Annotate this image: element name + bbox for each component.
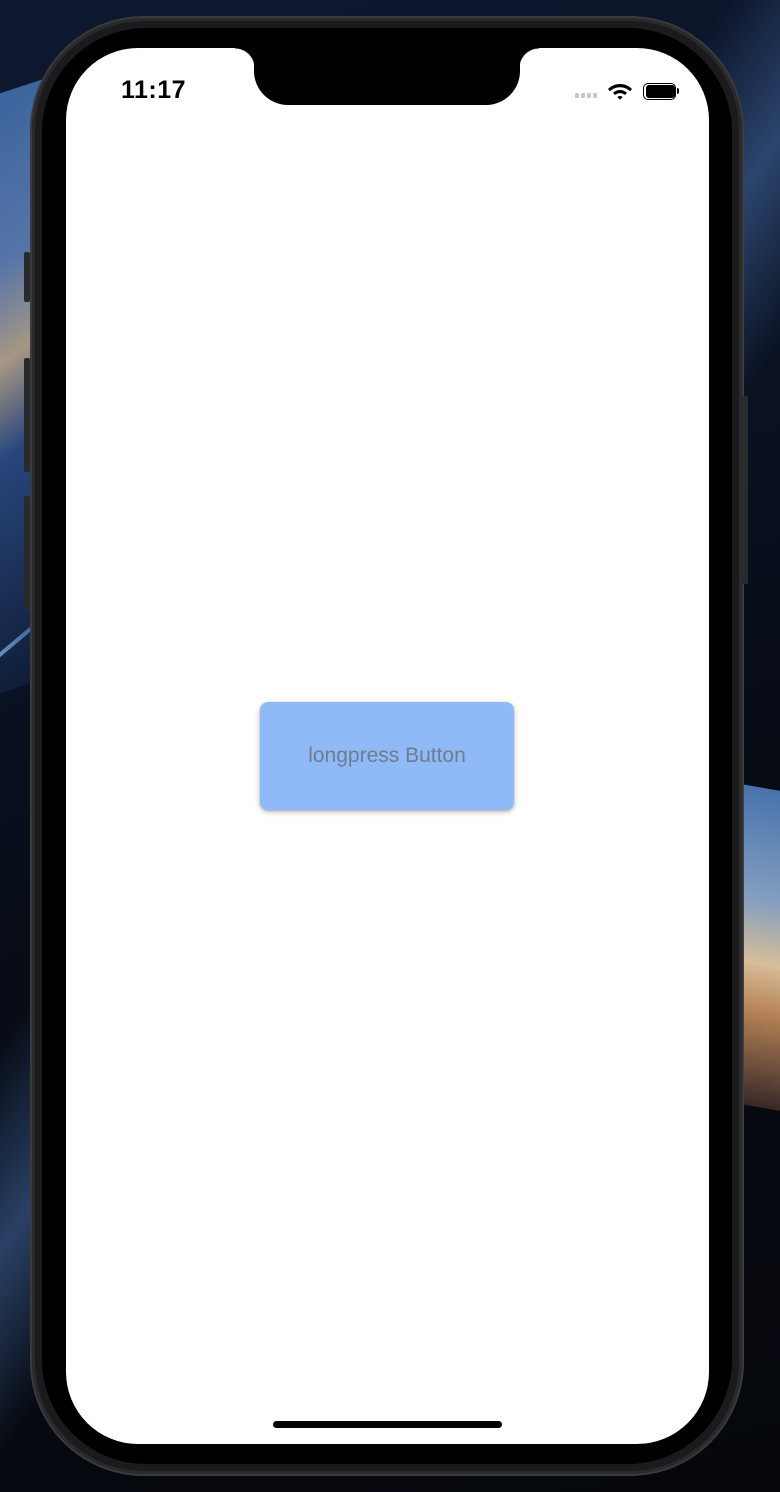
notch (235, 48, 539, 105)
battery-icon (643, 82, 679, 100)
phone-screen: 11:17 longpress Button (66, 48, 709, 1444)
status-icons (575, 80, 679, 102)
home-indicator[interactable] (273, 1421, 502, 1428)
wifi-icon (608, 84, 632, 100)
longpress-button[interactable]: longpress Button (260, 702, 514, 810)
power-button (742, 396, 748, 584)
longpress-button-label: longpress Button (308, 744, 466, 767)
cellular-signal-icon (575, 84, 597, 98)
volume-down-button (24, 496, 30, 610)
mute-switch (24, 252, 30, 302)
status-time: 11:17 (121, 76, 187, 104)
volume-up-button (24, 358, 30, 472)
